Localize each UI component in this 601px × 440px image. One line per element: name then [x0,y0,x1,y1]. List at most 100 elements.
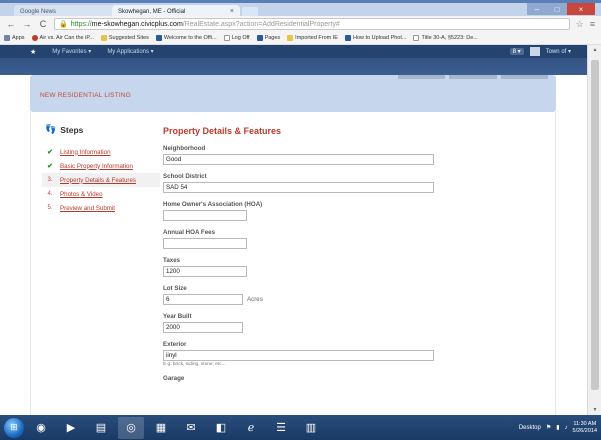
network-app-icon[interactable]: ☰ [268,417,294,439]
bookmark-label: Pages [264,35,281,41]
bookmark-label: How to Upload Phot... [352,35,407,41]
taxes-input[interactable] [163,266,247,277]
taxes-label: Taxes [163,257,181,264]
url-field[interactable]: 🔒 https:// me-skowhegan.civicplus.com /R… [54,18,570,30]
year-built-field-group: Year Built [163,312,493,333]
bookmark-item[interactable]: Air vs. Air Can the iP... [31,35,94,41]
bookmark-label: Welcome to the Offi... [163,35,217,41]
bookmark-item[interactable]: Pages [256,35,281,41]
site-header: ★ My Favorites ▾ My Applications ▾ 8 ▾ T… [0,45,601,75]
media-player-icon[interactable]: ▶ [58,417,84,439]
star-icon: ★ [30,48,37,56]
chrome-icon[interactable]: ◉ [28,417,54,439]
clock-date: 5/26/2014 [572,427,597,434]
step-number: 5. [47,205,53,211]
page-scrollbar[interactable]: ▲ ▼ [587,45,601,415]
reload-icon[interactable]: C [38,19,48,29]
scroll-up-icon[interactable]: ▲ [588,45,601,55]
hoa-input[interactable] [163,210,247,221]
site-nav-right: 8 ▾ Town of ▾ [509,47,571,56]
address-bar-row: ← → C 🔒 https:// me-skowhegan.civicplus.… [0,16,601,32]
bookmark-apps[interactable]: Apps [4,35,25,41]
page-icon [223,35,230,41]
minimize-icon[interactable]: – [527,3,547,15]
garage-label: Garage [163,375,185,382]
step-preview-submit[interactable]: 5. Preview and Submit [45,201,155,215]
exterior-input[interactable] [163,350,434,361]
page-title: NEW RESIDENTIAL LISTING [40,92,132,99]
clock-time: 11:30 AM [573,420,597,427]
bookmark-item[interactable]: Log Off [223,35,250,41]
step-label[interactable]: Property Details & Features [60,177,136,184]
school-district-input[interactable] [163,182,434,193]
system-clock[interactable]: 11:30 AM 5/26/2014 [573,421,597,435]
file-explorer-icon[interactable]: ▤ [88,417,114,439]
page-icon [413,35,420,41]
folder-icon [287,35,294,41]
grid-icon [4,35,10,41]
menu-icon[interactable]: ≡ [590,19,595,29]
star-bookmark-icon[interactable]: ☆ [576,19,584,30]
toolbar-segment [398,75,446,79]
main-content: 👣 Steps ✔ Listing Information ✔ Basic Pr… [30,112,556,415]
neighborhood-field-group: Neighborhood [163,144,493,165]
start-button[interactable]: ⊞ [4,417,24,438]
folder-icon [100,35,107,41]
step-listing-information[interactable]: ✔ Listing Information [45,145,155,159]
desktop-toolbar-label[interactable]: Desktop [519,425,541,431]
step-basic-property-information[interactable]: ✔ Basic Property Information [45,159,155,173]
toolbar-segment [449,75,497,79]
forward-icon[interactable]: → [22,19,32,29]
notification-badge[interactable]: 8 ▾ [509,48,524,55]
bookmark-label: Title 30-A, §5223: De... [421,35,478,41]
bookmark-item[interactable]: Welcome to the Offi... [155,35,217,41]
avatar [529,47,540,56]
exterior-label: Exterior [163,341,187,348]
close-window-icon[interactable]: × [567,3,595,15]
lot-size-row: Acres [163,294,493,305]
back-icon[interactable]: ← [6,19,16,29]
url-path: /RealEstate.aspx?action=AddResidentialPr… [182,20,340,28]
bookmark-item[interactable]: Imported From IE [287,35,338,41]
step-property-details[interactable]: 3. Property Details & Features [42,173,160,187]
site-icon [155,35,162,41]
hoa-fees-input[interactable] [163,238,247,249]
bookmark-label: Imported From IE [295,35,338,41]
maximize-icon[interactable]: □ [547,3,567,15]
flag-icon[interactable]: ⚑ [546,424,551,431]
internet-explorer-icon[interactable]: ℯ [238,417,264,439]
step-label[interactable]: Basic Property Information [60,163,133,170]
bookmark-item[interactable]: Title 30-A, §5223: De... [413,35,478,41]
banner-toolbar [398,75,548,79]
powerpoint-icon[interactable]: ◧ [208,417,234,439]
neighborhood-input[interactable] [163,154,434,165]
lot-size-input[interactable] [163,294,243,305]
checkmark-icon: ✔ [47,149,53,156]
excel-icon[interactable]: ▦ [148,417,174,439]
lot-size-unit: Acres [247,296,263,303]
step-photos-video[interactable]: 4. Photos & Video [45,187,155,201]
scroll-down-icon[interactable]: ▼ [588,405,601,415]
url-host: me-skowhegan.civicplus.com [91,20,183,28]
step-label[interactable]: Preview and Submit [60,205,115,212]
network-icon[interactable]: ▮ [556,424,559,431]
chrome-active-icon[interactable]: ◎ [118,416,144,439]
folder-app-icon[interactable]: ▥ [298,417,324,439]
exterior-field-group: Exterior E.g. brick, siding, stone, etc.… [163,340,493,367]
scroll-thumb[interactable] [591,60,599,390]
close-tab-icon[interactable]: × [230,8,234,15]
step-label[interactable]: Photos & Video [60,191,103,198]
bookmarks-bar: Apps Air vs. Air Can the iP... Suggested… [0,32,601,45]
bookmark-item[interactable]: Suggested Sites [100,35,149,41]
town-menu[interactable]: Town of ▾ [546,48,571,55]
nav-my-applications[interactable]: My Applications ▾ [107,48,153,55]
bookmark-label: Suggested Sites [108,35,149,41]
outlook-icon[interactable]: ✉ [178,417,204,439]
nav-my-favorites[interactable]: My Favorites ▾ [52,48,91,55]
url-scheme: https:// [70,20,92,28]
step-label[interactable]: Listing Information [60,149,111,156]
year-built-input[interactable] [163,322,243,333]
bookmark-item[interactable]: How to Upload Phot... [344,35,407,41]
volume-icon[interactable]: ♪ [565,425,568,431]
system-tray: Desktop ⚑ ▮ ♪ 11:30 AM 5/26/2014 [519,418,597,437]
